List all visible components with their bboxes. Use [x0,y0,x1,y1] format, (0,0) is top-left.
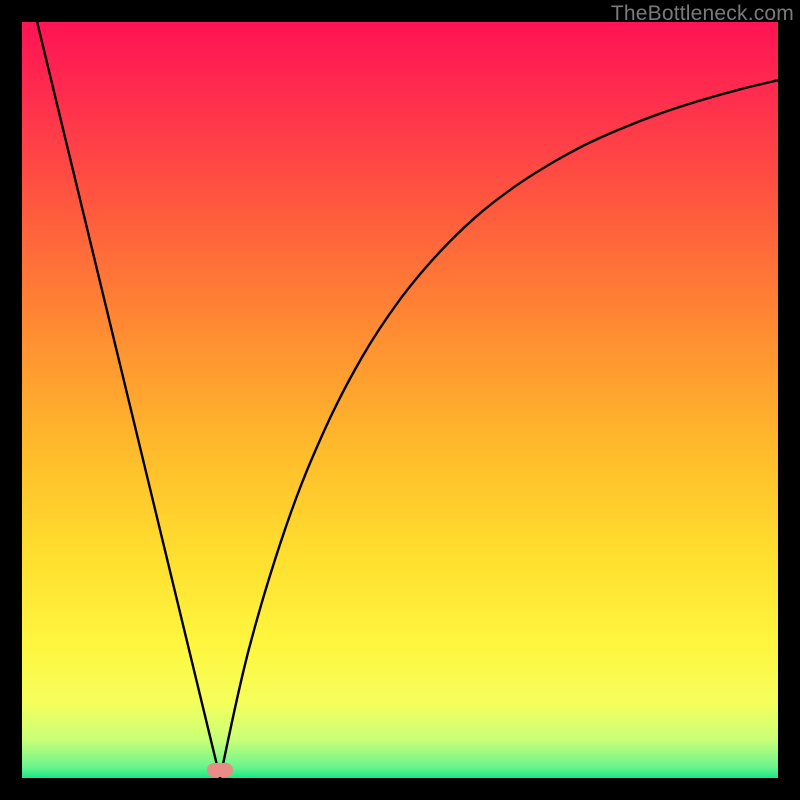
plot-frame [22,22,778,778]
curve-layer [22,22,778,778]
chart-stage: TheBottleneck.com [0,0,800,800]
curve-right-branch [220,80,778,778]
valley-marker [207,763,233,777]
curve-left-branch [37,22,220,778]
